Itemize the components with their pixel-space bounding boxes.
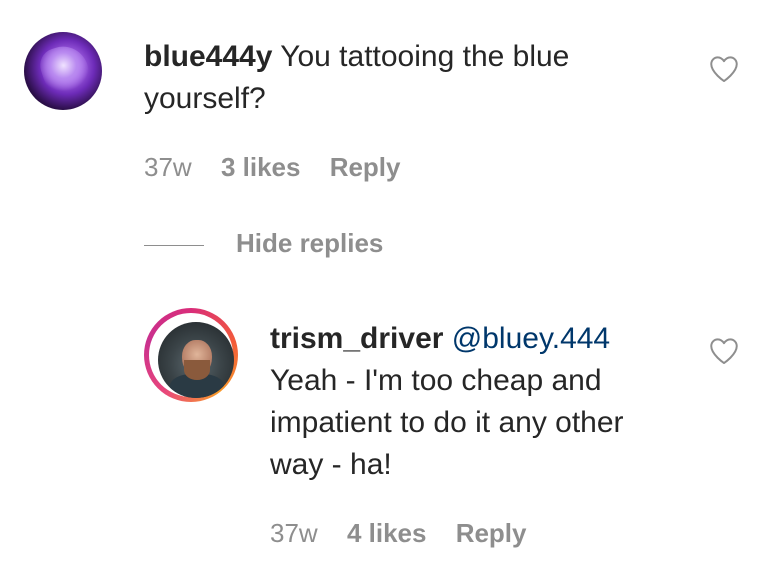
reply-like-heart-icon[interactable] xyxy=(707,334,741,368)
reply-meta: 37w 4 likes Reply xyxy=(270,518,549,549)
divider-line xyxy=(144,244,204,246)
comment-likes[interactable]: 3 likes xyxy=(221,152,301,182)
reply-avatar[interactable] xyxy=(158,322,234,398)
reply-likes[interactable]: 4 likes xyxy=(347,518,427,548)
reply-timestamp[interactable]: 37w xyxy=(270,518,318,548)
reply-text: Yeah - I'm too cheap and impatient to do… xyxy=(270,364,624,481)
avatar-beard xyxy=(184,360,210,380)
hide-replies-label: Hide replies xyxy=(236,228,384,258)
comment-reply-button[interactable]: Reply xyxy=(330,152,401,182)
reply-body: trism_driver @bluey.444 Yeah - I'm too c… xyxy=(270,318,680,486)
hide-replies-button[interactable]: Hide replies xyxy=(144,228,383,259)
reply-username[interactable]: trism_driver xyxy=(270,322,443,355)
story-ring[interactable] xyxy=(144,308,238,402)
reply-reply-button[interactable]: Reply xyxy=(456,518,527,548)
comment-username[interactable]: blue444y xyxy=(144,40,272,73)
comment-body: blue444y You tattooing the blue yourself… xyxy=(144,36,664,120)
like-heart-icon[interactable] xyxy=(707,52,741,86)
commenter-avatar[interactable] xyxy=(24,32,102,110)
reply-mention[interactable]: @bluey.444 xyxy=(452,322,610,355)
comment-meta: 37w 3 likes Reply xyxy=(144,152,423,183)
comment-timestamp[interactable]: 37w xyxy=(144,152,192,182)
avatar-image xyxy=(35,40,95,100)
